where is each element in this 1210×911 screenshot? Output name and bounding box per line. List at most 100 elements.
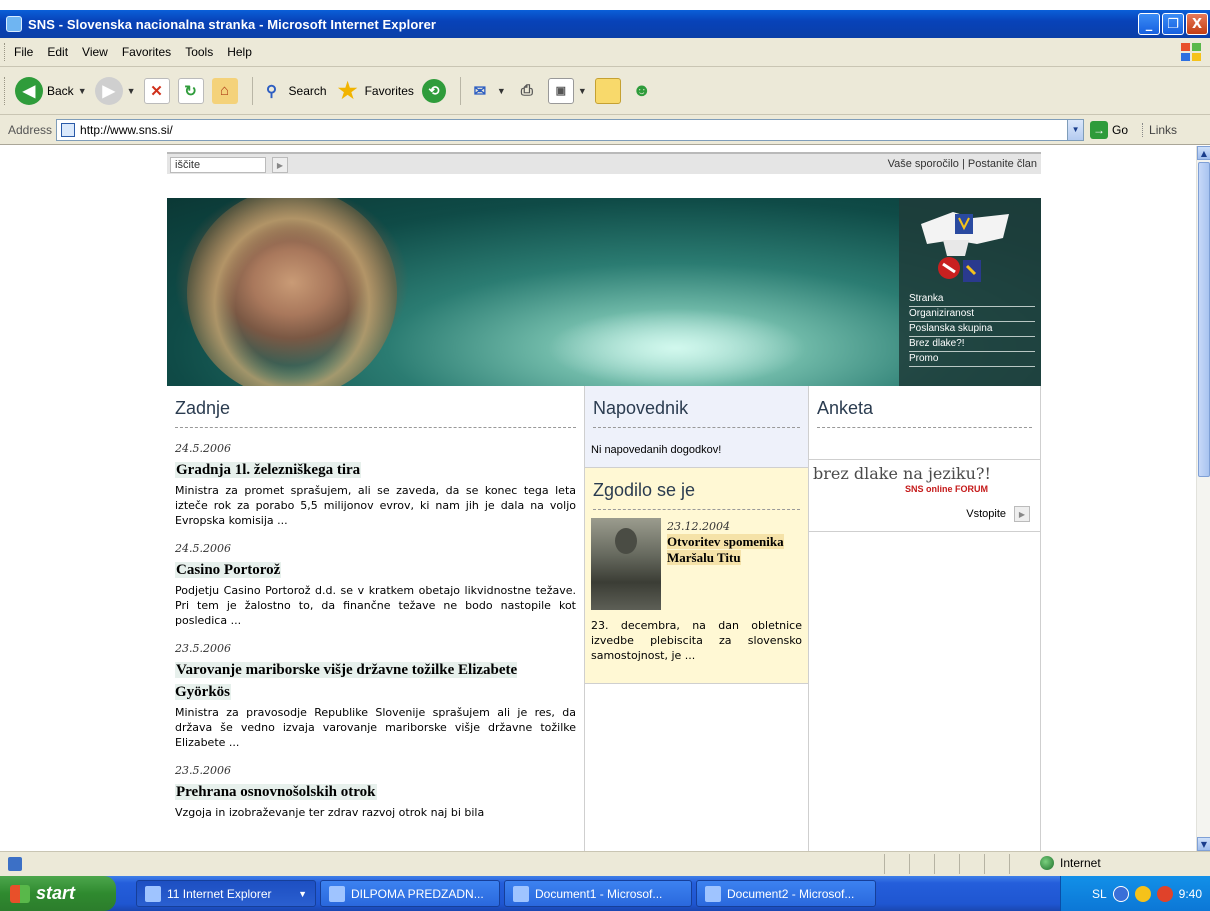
start-button[interactable]: start	[0, 876, 116, 911]
scroll-down-icon[interactable]: ▼	[1197, 837, 1210, 851]
status-cells	[884, 854, 1034, 874]
go-arrow-icon: →	[1090, 120, 1109, 139]
minimize-button[interactable]: _	[1138, 13, 1160, 35]
site-search-button[interactable]: ▶	[272, 157, 288, 173]
refresh-button[interactable]: ↻	[177, 77, 204, 104]
menu-view[interactable]: View	[75, 45, 115, 59]
task-label: Document1 - Microsof...	[535, 886, 663, 901]
refresh-icon: ↻	[177, 77, 204, 104]
napovednik-box: Napovednik Ni napovedanih dogodkov!	[585, 386, 808, 468]
discuss-button[interactable]	[594, 77, 621, 104]
search-icon: ⚲	[266, 82, 278, 100]
search-label: Search	[288, 83, 327, 98]
antivirus-icon[interactable]	[1156, 885, 1173, 902]
nav-stranka[interactable]: Stranka	[909, 292, 1035, 307]
scroll-up-icon[interactable]: ▲	[1197, 146, 1210, 160]
play-arrow-icon: ▶	[1014, 506, 1030, 522]
maximize-button[interactable]: ❐	[1162, 13, 1184, 35]
anketa-box: Anketa	[809, 386, 1040, 460]
news-heading: Zadnje	[175, 398, 231, 418]
menu-help[interactable]: Help	[220, 45, 259, 59]
favorites-button[interactable]: ★ Favorites	[335, 78, 414, 104]
mail-button[interactable]: ✉ ▼	[467, 78, 506, 104]
forum-enter-button[interactable]: Vstopite ▶	[966, 506, 1030, 522]
scroll-thumb[interactable]	[1198, 162, 1210, 477]
mail-icon: ✉	[473, 82, 487, 100]
task-internet-explorer[interactable]: 11 Internet Explorer ▼	[136, 880, 316, 907]
status-cell	[984, 854, 1009, 874]
go-button[interactable]: → Go	[1090, 120, 1129, 139]
chevron-down-icon: ▼	[77, 85, 87, 96]
language-indicator[interactable]: SL	[1092, 887, 1107, 901]
stop-icon: ✕	[143, 77, 170, 104]
menu-favorites[interactable]: Favorites	[115, 45, 178, 59]
ie-icon	[6, 16, 22, 32]
page-icon	[61, 122, 76, 137]
news-summary: Podjetju Casino Portorož d.d. se v kratk…	[175, 584, 576, 627]
globe-icon	[1040, 856, 1054, 870]
site-nav: Stranka Organiziranost Poslanska skupina…	[909, 292, 1035, 367]
close-button[interactable]: X	[1186, 13, 1208, 35]
nav-promo[interactable]: Promo	[909, 352, 1035, 367]
forward-button[interactable]: ▶ ▼	[94, 76, 136, 105]
task-word-document1[interactable]: Document1 - Microsof...	[504, 880, 692, 907]
status-cell	[909, 854, 934, 874]
napovednik-empty-text: Ni napovedanih dogodkov!	[591, 444, 722, 456]
back-button[interactable]: ◀ Back ▼	[15, 76, 87, 105]
news-summary: Ministra za pravosodje Republike Sloveni…	[175, 706, 576, 749]
site-banner: Stranka Organiziranost Poslanska skupina…	[167, 198, 1041, 386]
news-headline[interactable]: Casino Portorož	[175, 562, 282, 578]
window-titlebar[interactable]: SNS - Slovenska nacionalna stranka - Mic…	[0, 10, 1210, 38]
task-label: DILPOMA PREDZADN...	[351, 886, 484, 901]
screen: SNS - Slovenska nacionalna stranka - Mic…	[0, 0, 1210, 911]
photo-figure	[615, 528, 637, 554]
toolbar-separator	[459, 76, 461, 105]
address-bar: Address http://www.sns.si/ ▼ → Go Links	[0, 115, 1210, 145]
menu-edit[interactable]: Edit	[40, 45, 75, 59]
forum-box: brez dlake na jeziku?! SNS online FORUM …	[809, 460, 1040, 532]
address-input[interactable]: http://www.sns.si/ ▼	[56, 118, 1085, 141]
links-toolbar[interactable]: Links	[1142, 122, 1177, 137]
monument-photo[interactable]	[591, 518, 661, 610]
zgodilo-title[interactable]: Otvoritev spomenika Maršalu Titu	[667, 534, 807, 566]
zgodilo-title-text[interactable]: Otvoritev spomenika Maršalu Titu	[667, 534, 784, 565]
forward-arrow-icon: ▶	[94, 76, 123, 105]
news-item: 23.5.2006 Prehrana osnovnošolskih otrok …	[175, 764, 576, 820]
chevron-down-icon: ▼	[298, 888, 307, 899]
nav-poslanska-skupina[interactable]: Poslanska skupina	[909, 322, 1035, 337]
chevron-down-icon[interactable]: ▼	[1067, 119, 1084, 140]
task-word-diploma[interactable]: DILPOMA PREDZADN...	[320, 880, 500, 907]
menu-tools[interactable]: Tools	[178, 45, 220, 59]
windows-flag-icon	[10, 884, 30, 903]
messenger-button[interactable]: ☻	[629, 78, 655, 104]
news-item: 23.5.2006 Varovanje mariborske višje drž…	[175, 642, 576, 750]
anketa-heading: Anketa	[817, 398, 874, 418]
favorites-label: Favorites	[364, 83, 414, 98]
print-button[interactable]: ⎙	[514, 78, 540, 104]
top-links[interactable]: Vaše sporočilo | Postanite član	[888, 158, 1037, 170]
site-search-input[interactable]: iščite	[170, 157, 266, 173]
history-button[interactable]: ⟲	[421, 78, 446, 103]
news-headline[interactable]: Varovanje mariborske višje državne tožil…	[175, 662, 518, 700]
task-word-document2[interactable]: Document2 - Microsof...	[696, 880, 876, 907]
coat-of-arms-icon	[921, 212, 1009, 282]
go-label: Go	[1112, 122, 1129, 137]
browser-viewport: iščite ▶ Vaše sporočilo | Postanite član	[0, 146, 1196, 851]
search-button[interactable]: ⚲ Search	[259, 78, 327, 104]
toolbar-grip[interactable]	[4, 76, 7, 105]
news-headline[interactable]: Gradnja 1l. železniškega tira	[175, 462, 362, 478]
address-url[interactable]: http://www.sns.si/	[80, 123, 173, 137]
clock[interactable]: 9:40	[1179, 887, 1202, 901]
news-headline[interactable]: Prehrana osnovnošolskih otrok	[175, 784, 377, 800]
nav-brez-dlake[interactable]: Brez dlake?!	[909, 337, 1035, 352]
tray-arrow-icon[interactable]	[1112, 885, 1129, 902]
home-button[interactable]: ⌂	[211, 77, 238, 104]
stop-button[interactable]: ✕	[143, 77, 170, 104]
forum-enter-label: Vstopite	[966, 508, 1006, 520]
edit-button[interactable]: ▣ ▼	[547, 77, 587, 104]
menu-file[interactable]: File	[7, 45, 40, 59]
security-shield-icon[interactable]	[1134, 885, 1151, 902]
forum-title[interactable]: brez dlake na jeziku?!	[813, 464, 991, 483]
vertical-scrollbar[interactable]: ▲ ▼	[1196, 146, 1210, 851]
nav-organiziranost[interactable]: Organiziranost	[909, 307, 1035, 322]
